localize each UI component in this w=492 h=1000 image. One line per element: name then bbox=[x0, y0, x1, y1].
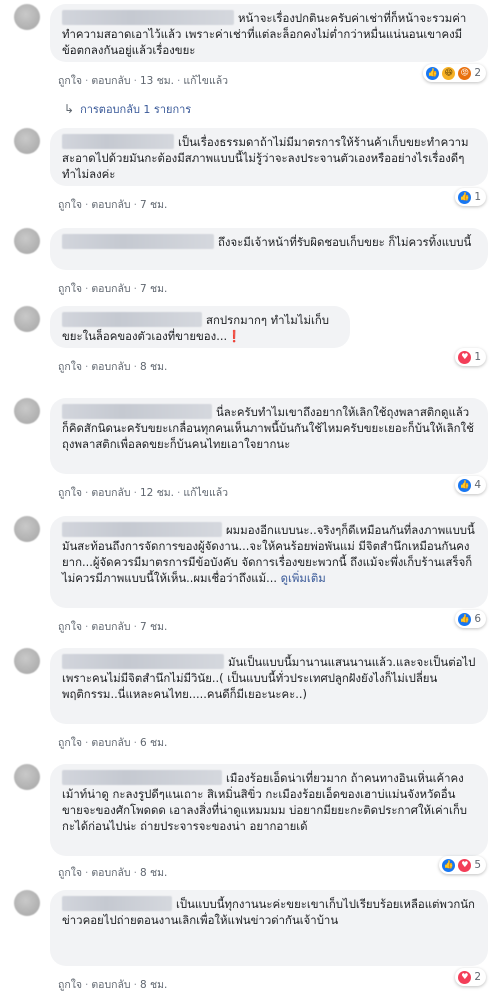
like-link[interactable]: ถูกใจ bbox=[58, 487, 82, 499]
commenter-avatar[interactable] bbox=[14, 764, 40, 790]
reaction-summary[interactable]: 👍 😆 😡 2 bbox=[423, 64, 486, 82]
comment-actions: ถูกใจ · ตอบกลับ · 8 ชม. bbox=[58, 867, 168, 879]
commenter-avatar[interactable] bbox=[14, 890, 40, 916]
reaction-summary[interactable]: 👍 ♥ 5 bbox=[439, 856, 486, 874]
like-link[interactable]: ถูกใจ bbox=[58, 621, 82, 633]
timestamp[interactable]: 8 ชม. bbox=[140, 979, 167, 991]
comment-bubble: ผมมองอีกแบบนะ..จริงๆก็ดีเหมือนกันที่ลงภา… bbox=[50, 516, 488, 608]
timestamp[interactable]: 7 ชม. bbox=[140, 621, 167, 633]
reply-link[interactable]: ตอบกลับ bbox=[91, 487, 130, 499]
timestamp[interactable]: 8 ชม. bbox=[140, 867, 167, 879]
timestamp[interactable]: 8 ชม. bbox=[140, 361, 167, 373]
comment-actions: ถูกใจ · ตอบกลับ · 8 ชม. bbox=[58, 979, 168, 991]
reply-link[interactable]: ตอบกลับ bbox=[91, 361, 130, 373]
comment-bubble: มันเป็นแบบนี้มานานแสนนานแล้ว.และจะเป็นต่… bbox=[50, 648, 488, 724]
exclamation-emoji: ❗ bbox=[227, 329, 242, 343]
reaction-count: 1 bbox=[474, 351, 481, 363]
reaction-count: 4 bbox=[474, 479, 481, 491]
like-link[interactable]: ถูกใจ bbox=[58, 979, 82, 991]
angry-reaction-icon: 😡 bbox=[458, 66, 472, 80]
like-link[interactable]: ถูกใจ bbox=[58, 737, 82, 749]
comment-actions: ถูกใจ · ตอบกลับ · 6 ชม. bbox=[58, 737, 168, 749]
like-link[interactable]: ถูกใจ bbox=[58, 75, 82, 87]
comment-actions: ถูกใจ · ตอบกลับ · 13 ชม. · แก้ไขแล้ว bbox=[58, 75, 229, 87]
like-reaction-icon: 👍 bbox=[442, 858, 456, 872]
commenter-avatar[interactable] bbox=[14, 128, 40, 154]
reaction-summary[interactable]: 👍 1 bbox=[455, 188, 486, 206]
comment-actions: ถูกใจ · ตอบกลับ · 7 ชม. bbox=[58, 621, 168, 633]
commenter-avatar[interactable] bbox=[14, 648, 40, 674]
reply-link[interactable]: ตอบกลับ bbox=[91, 979, 130, 991]
reaction-summary[interactable]: 👍 4 bbox=[455, 476, 486, 494]
reply-link[interactable]: ตอบกลับ bbox=[91, 621, 130, 633]
reply-link[interactable]: ตอบกลับ bbox=[91, 199, 130, 211]
commenter-avatar[interactable] bbox=[14, 398, 40, 424]
reply-link[interactable]: ตอบกลับ bbox=[91, 867, 130, 879]
comment-bubble: เป็นแบบนี้ทุกงานนะค่ะขยะเขาเก็บไปเรียบร้… bbox=[50, 890, 488, 966]
timestamp[interactable]: 6 ชม. bbox=[140, 737, 167, 749]
commenter-name-blurred[interactable] bbox=[62, 654, 224, 669]
love-reaction-icon: ♥ bbox=[458, 350, 472, 364]
comment-actions: ถูกใจ · ตอบกลับ · 12 ชม. · แก้ไขแล้ว bbox=[58, 487, 229, 499]
commenter-name-blurred[interactable] bbox=[62, 234, 214, 249]
like-link[interactable]: ถูกใจ bbox=[58, 867, 82, 879]
reaction-count: 5 bbox=[474, 859, 481, 871]
comment-actions: ถูกใจ · ตอบกลับ · 8 ชม. bbox=[58, 361, 168, 373]
view-replies[interactable]: ↳ การตอบกลับ 1 รายการ bbox=[64, 100, 191, 118]
comment-bubble: นี่ละครับทำไมเขาถึงอยากให้เลิกใช้ถุงพลาส… bbox=[50, 398, 488, 474]
reply-arrow-icon: ↳ bbox=[64, 102, 75, 116]
like-reaction-icon: 👍 bbox=[426, 66, 440, 80]
timestamp[interactable]: 12 ชม. bbox=[140, 487, 174, 499]
comment-bubble: สกปรกมากๆ ทำไมไม่เก็บขยะในล็อคของตัวเองท… bbox=[50, 306, 350, 348]
like-reaction-icon: 👍 bbox=[458, 612, 472, 626]
like-reaction-icon: 👍 bbox=[458, 190, 472, 204]
commenter-name-blurred[interactable] bbox=[62, 134, 174, 149]
timestamp[interactable]: 7 ชม. bbox=[140, 283, 167, 295]
reaction-count: 1 bbox=[474, 191, 481, 203]
like-link[interactable]: ถูกใจ bbox=[58, 283, 82, 295]
reaction-summary[interactable]: ♥ 1 bbox=[455, 348, 486, 366]
edited-label[interactable]: แก้ไขแล้ว bbox=[183, 75, 228, 87]
commenter-name-blurred[interactable] bbox=[62, 404, 212, 419]
commenter-avatar[interactable] bbox=[14, 306, 40, 332]
comment-text: ถึงจะมีเจ้าหน้าที่รับผิดชอบเก็บขยะ ก็ไม่… bbox=[218, 235, 472, 249]
reply-link[interactable]: ตอบกลับ bbox=[91, 283, 130, 295]
haha-reaction-icon: 😆 bbox=[442, 66, 456, 80]
comment-bubble: ถึงจะมีเจ้าหน้าที่รับผิดชอบเก็บขยะ ก็ไม่… bbox=[50, 228, 488, 270]
love-reaction-icon: ♥ bbox=[458, 858, 472, 872]
reaction-summary[interactable]: 👍 6 bbox=[455, 610, 486, 628]
comment-actions: ถูกใจ · ตอบกลับ · 7 ชม. bbox=[58, 283, 168, 295]
commenter-avatar[interactable] bbox=[14, 516, 40, 542]
comment-bubble: หน้าจะเรื่องปกตินะครับค่าเช่าที่ก็หน้าจะ… bbox=[50, 4, 488, 62]
commenter-avatar[interactable] bbox=[14, 4, 40, 30]
edited-label[interactable]: แก้ไขแล้ว bbox=[183, 487, 228, 499]
like-link[interactable]: ถูกใจ bbox=[58, 199, 82, 211]
commenter-name-blurred[interactable] bbox=[62, 312, 202, 327]
reply-link[interactable]: ตอบกลับ bbox=[91, 75, 130, 87]
commenter-name-blurred[interactable] bbox=[62, 896, 172, 911]
like-link[interactable]: ถูกใจ bbox=[58, 361, 82, 373]
commenter-name-blurred[interactable] bbox=[62, 10, 234, 25]
reply-link[interactable]: ตอบกลับ bbox=[91, 737, 130, 749]
comment-bubble: เมืองร้อยเอ็ดน่าเที่ยวมาก ถ้าคนทางอินเหิ… bbox=[50, 764, 488, 856]
comment-actions: ถูกใจ · ตอบกลับ · 7 ชม. bbox=[58, 199, 168, 211]
like-reaction-icon: 👍 bbox=[458, 478, 472, 492]
reaction-count: 2 bbox=[474, 971, 481, 983]
commenter-name-blurred[interactable] bbox=[62, 522, 222, 537]
reaction-summary[interactable]: ♥ 2 bbox=[455, 968, 486, 986]
comment-bubble: เป็นเรื่องธรรมดาถ้าไม่มีมาตรการให้ร้านค้… bbox=[50, 128, 488, 186]
view-replies-label[interactable]: การตอบกลับ 1 รายการ bbox=[80, 100, 191, 118]
reaction-count: 2 bbox=[474, 67, 481, 79]
commenter-avatar[interactable] bbox=[14, 228, 40, 254]
timestamp[interactable]: 7 ชม. bbox=[140, 199, 167, 211]
commenter-name-blurred[interactable] bbox=[62, 770, 222, 785]
see-more-link[interactable]: ดูเพิ่มเติม bbox=[281, 571, 326, 585]
timestamp[interactable]: 13 ชม. bbox=[140, 75, 174, 87]
reaction-count: 6 bbox=[474, 613, 481, 625]
love-reaction-icon: ♥ bbox=[458, 970, 472, 984]
